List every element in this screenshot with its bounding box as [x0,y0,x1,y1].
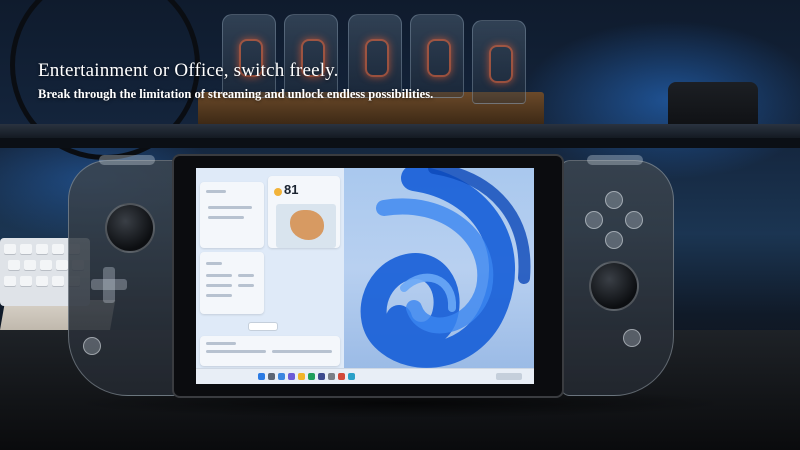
widgets-icon[interactable] [278,373,285,380]
stocks-widget[interactable] [200,252,264,314]
teams-icon[interactable] [288,373,295,380]
face-button-bottom [605,231,623,249]
device-screen: 81 [196,168,534,384]
nixie-tube [284,14,338,98]
search-icon[interactable] [268,373,275,380]
sun-icon [274,188,282,196]
weather-temperature: 81 [284,182,299,197]
system-tray[interactable] [496,373,522,380]
left-small-button [83,337,101,355]
weather-widget[interactable]: 81 [268,176,340,248]
right-small-button [623,329,641,347]
weather-map [276,204,336,248]
bloom-wallpaper-graphic [360,168,531,368]
windows-wallpaper [344,168,534,368]
app-icon[interactable] [338,373,345,380]
edge-icon[interactable] [308,373,315,380]
see-more-button[interactable] [248,322,278,331]
app-icon[interactable] [348,373,355,380]
left-controller-grip [68,155,182,396]
headline: Entertainment or Office, switch freely. [38,60,339,81]
file-explorer-icon[interactable] [298,373,305,380]
app-icon[interactable] [328,373,335,380]
face-button-right [625,211,643,229]
news-widget[interactable] [200,336,340,366]
left-analog-stick [105,203,155,253]
face-button-top [605,191,623,209]
shelf-edge [0,138,800,148]
store-icon[interactable] [318,373,325,380]
taskbar [196,368,534,384]
photo-background: 81 Entertainment or Office, switch freel… [0,0,800,450]
nixie-tube [472,20,526,104]
nixie-tube [410,14,464,98]
widgets-panel: 81 [196,168,344,368]
shelf [0,124,800,138]
left-bumper [99,155,155,165]
right-controller-grip [560,155,674,396]
nixie-tube [222,14,276,98]
right-bumper [587,155,643,165]
subheadline: Break through the limitation of streamin… [38,87,434,101]
dpad-vertical [103,267,115,303]
right-analog-stick [589,261,639,311]
start-icon[interactable] [258,373,265,380]
tasks-widget[interactable] [200,182,264,248]
nixie-tube [348,14,402,98]
face-button-left [585,211,603,229]
